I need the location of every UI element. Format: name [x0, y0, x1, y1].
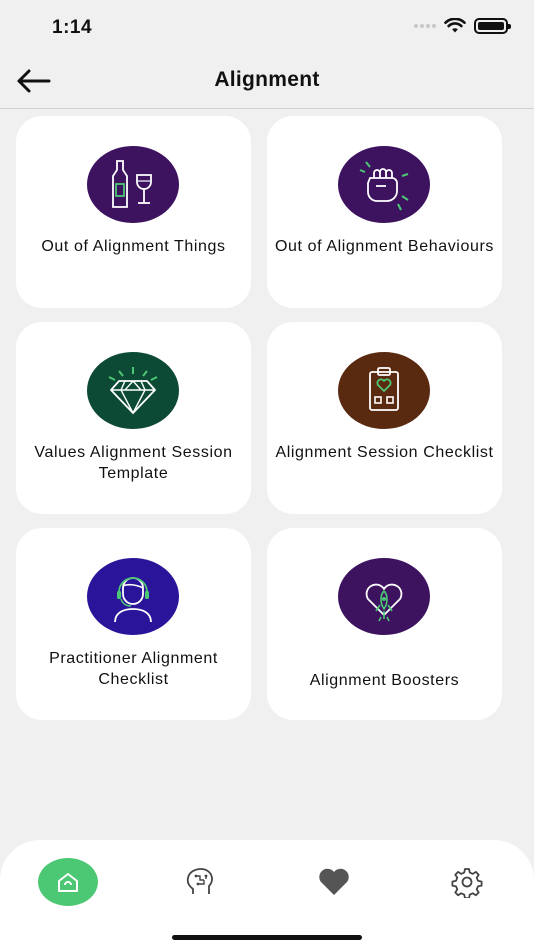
card-label: Alignment Boosters	[309, 672, 460, 689]
practitioner-headset-icon	[114, 576, 152, 622]
card-icon-circle	[338, 352, 430, 429]
tab-settings[interactable]	[437, 858, 497, 906]
brain-icon	[186, 868, 213, 894]
card-out-of-alignment-things[interactable]: Out of Alignment Things	[16, 116, 251, 308]
tab-mind[interactable]	[170, 858, 230, 906]
card-alignment-boosters[interactable]: Alignment Boosters	[267, 528, 502, 720]
heart-rocket-icon	[365, 583, 403, 621]
status-bar: 1:14	[0, 0, 534, 56]
card-label: Alignment Session Checklist	[275, 444, 494, 461]
card-icon-circle	[87, 558, 179, 635]
heart-icon	[319, 868, 349, 895]
card-icon-circle	[87, 146, 179, 223]
bottle-glass-icon	[112, 159, 152, 208]
card-out-of-alignment-behaviours[interactable]: Out of Alignment Behaviours	[267, 116, 502, 308]
diamond-icon	[108, 366, 158, 415]
page-title: Alignment	[214, 68, 320, 91]
battery-icon	[474, 18, 511, 34]
card-label: Out of Alignment Behaviours	[275, 238, 494, 255]
home-icon	[58, 873, 78, 892]
nav-bar: Alignment	[0, 56, 534, 109]
home-indicator	[172, 935, 362, 940]
card-label: Practitioner Alignment Checklist	[49, 650, 218, 688]
card-label: Out of Alignment Things	[41, 238, 226, 255]
card-label: Values Alignment Session Template	[34, 444, 233, 482]
wifi-icon	[444, 18, 466, 33]
card-icon-circle	[338, 146, 430, 223]
card-values-alignment-session-template[interactable]: Values Alignment Session Template	[16, 322, 251, 514]
tab-home[interactable]	[38, 858, 98, 906]
fist-icon	[359, 160, 409, 210]
signal-icon	[414, 24, 436, 28]
settings-gear-icon	[451, 868, 483, 898]
status-icons	[414, 18, 511, 34]
tab-favorites[interactable]	[304, 858, 364, 906]
tab-bar	[0, 840, 534, 950]
card-practitioner-alignment-checklist[interactable]: Practitioner Alignment Checklist	[16, 528, 251, 720]
status-time: 1:14	[52, 17, 93, 38]
card-icon-circle	[338, 558, 430, 635]
clipboard-heart-icon	[369, 366, 399, 411]
card-icon-circle	[87, 352, 179, 429]
card-alignment-session-checklist[interactable]: Alignment Session Checklist	[267, 322, 502, 514]
